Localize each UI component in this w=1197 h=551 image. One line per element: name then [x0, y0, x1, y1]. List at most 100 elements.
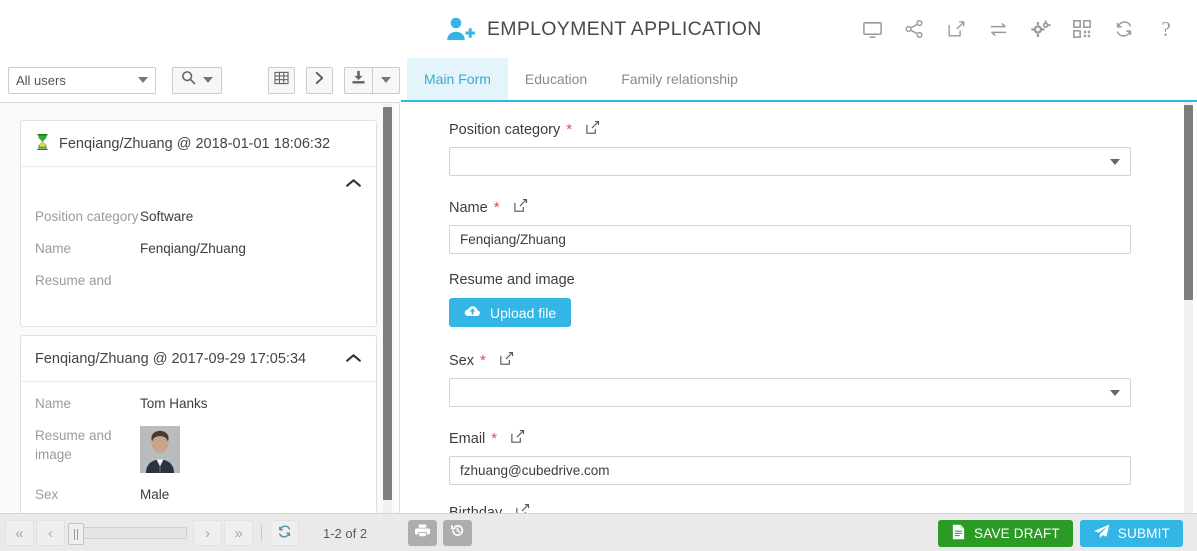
card-field-row: Name Tom Hanks — [35, 388, 362, 420]
card-body: Name Tom Hanks Resume and image Sex Male — [21, 382, 376, 513]
form-fields: Position category * Name * Fenqiang/Zhua… — [401, 102, 1197, 513]
page-slider[interactable] — [68, 523, 187, 545]
email-input-value: fzhuang@cubedrive.com — [460, 463, 610, 478]
field-label-text: Position category — [449, 121, 561, 138]
user-filter-select[interactable]: All users — [8, 66, 156, 94]
card-field-key: Name — [35, 241, 72, 256]
application-window: EMPLOYMENT APPLICATION ? All users Fenqi… — [0, 0, 1197, 551]
download-options-button[interactable] — [373, 66, 401, 94]
chevron-down-icon — [1110, 158, 1120, 165]
field-label-text: Name — [449, 199, 488, 216]
chevron-right-icon: › — [205, 524, 210, 542]
monitor-icon[interactable] — [861, 18, 883, 40]
prev-page-button[interactable]: ‹ — [36, 520, 65, 546]
pencil-edit-icon[interactable] — [510, 429, 525, 448]
upload-file-button[interactable]: Upload file — [449, 298, 572, 327]
first-page-button[interactable]: « — [5, 520, 34, 546]
tab-main-form[interactable]: Main Form — [407, 58, 508, 100]
settings-gears-icon[interactable] — [1029, 18, 1051, 40]
field-label: Resume and image — [449, 272, 1149, 288]
sex-select[interactable] — [449, 378, 1131, 407]
share-icon[interactable] — [903, 18, 925, 40]
form-tabs: Main Form Education Family relationship — [401, 58, 1197, 102]
card-title: Fenqiang/Zhuang @ 2018-01-01 18:06:32 — [59, 135, 331, 152]
sidebar-scrollbar-thumb[interactable] — [383, 107, 392, 500]
chevron-down-icon — [1110, 389, 1120, 396]
card-field-value: Fenqiang/Zhuang — [140, 241, 246, 256]
field-name: Name * Fenqiang/Zhuang — [449, 198, 1149, 254]
field-label: Position category * — [449, 120, 1149, 139]
hourglass-icon — [35, 133, 50, 154]
card-header[interactable]: Fenqiang/Zhuang @ 2017-09-29 17:05:34 — [21, 336, 376, 382]
printer-icon — [415, 523, 430, 543]
tab-education[interactable]: Education — [508, 58, 604, 100]
download-button-group — [344, 66, 401, 94]
pagination-controls: « ‹ › » 1-2 of 2 — [5, 514, 367, 551]
field-label-text: Resume and image — [449, 272, 575, 288]
avatar — [140, 426, 180, 473]
cloud-upload-icon — [464, 305, 481, 321]
tab-label: Main Form — [424, 71, 491, 87]
card-field-key: Name — [35, 396, 72, 411]
double-chevron-left-icon: « — [15, 524, 24, 542]
search-dropdown-caret-icon — [202, 77, 213, 83]
card-collapse-toggle[interactable] — [21, 167, 376, 201]
sidebar-scrollbar-track[interactable] — [383, 104, 392, 513]
qrcode-icon[interactable] — [1071, 18, 1093, 40]
main-content-panel: Main Form Education Family relationship … — [401, 58, 1197, 513]
form-scrollbar-track[interactable] — [1184, 102, 1193, 513]
next-page-button[interactable]: › — [193, 520, 222, 546]
form-actions: SAVE DRAFT SUBMIT — [938, 514, 1183, 551]
email-input[interactable]: fzhuang@cubedrive.com — [449, 456, 1131, 485]
position-category-select[interactable] — [449, 147, 1131, 176]
table-grid-icon — [274, 71, 289, 90]
card-field-key: Sex — [35, 487, 59, 502]
search-icon — [181, 70, 196, 90]
edit-icon[interactable] — [945, 18, 967, 40]
transfer-icon[interactable] — [987, 18, 1009, 40]
tab-label: Family relationship — [621, 71, 738, 87]
tab-label: Education — [524, 71, 588, 87]
print-button[interactable] — [408, 520, 437, 546]
card-header[interactable]: Fenqiang/Zhuang @ 2018-01-01 18:06:32 — [21, 121, 376, 167]
tab-family-relationship[interactable]: Family relationship — [604, 58, 755, 100]
upload-file-label: Upload file — [490, 304, 557, 321]
submit-label: SUBMIT — [1117, 525, 1170, 541]
form-scrollbar-thumb[interactable] — [1184, 105, 1193, 300]
required-asterisk: * — [566, 121, 573, 138]
next-record-button[interactable] — [305, 66, 334, 94]
chevron-up-icon — [345, 175, 362, 193]
field-label: Sex * — [449, 351, 1149, 370]
history-undo-icon — [450, 523, 465, 543]
pencil-edit-icon[interactable] — [515, 503, 530, 513]
chevron-down-icon — [137, 77, 148, 83]
submit-button[interactable]: SUBMIT — [1079, 519, 1183, 547]
card-body: Position category Software Name Fenqiang… — [21, 201, 376, 307]
page-slider-thumb[interactable] — [68, 523, 84, 545]
field-label: Name * — [449, 198, 1149, 217]
help-icon[interactable]: ? — [1155, 18, 1177, 40]
download-button[interactable] — [344, 66, 374, 94]
card-field-row: Resume and — [35, 265, 362, 297]
search-button[interactable] — [171, 66, 222, 94]
refresh-list-button[interactable] — [270, 520, 299, 546]
last-page-button[interactable]: » — [224, 520, 253, 546]
list-item[interactable]: Fenqiang/Zhuang @ 2017-09-29 17:05:34 Na… — [20, 335, 377, 513]
pencil-edit-icon[interactable] — [585, 120, 600, 139]
help-question-mark: ? — [1161, 16, 1171, 41]
user-add-icon — [445, 16, 475, 42]
history-button[interactable] — [443, 520, 472, 546]
pencil-edit-icon[interactable] — [499, 351, 514, 370]
double-chevron-right-icon: » — [234, 524, 243, 542]
pencil-edit-icon[interactable] — [513, 198, 528, 217]
field-label: Email * — [449, 429, 1149, 448]
refresh-icon[interactable] — [1113, 18, 1135, 40]
list-item[interactable]: Fenqiang/Zhuang @ 2018-01-01 18:06:32 Po… — [20, 120, 377, 327]
table-grid-button[interactable] — [267, 66, 295, 94]
card-field-row: Sex Male — [35, 479, 362, 511]
chevron-up-icon[interactable] — [345, 351, 362, 367]
save-draft-button[interactable]: SAVE DRAFT — [938, 519, 1073, 547]
save-draft-label: SAVE DRAFT — [974, 525, 1060, 541]
app-header: EMPLOYMENT APPLICATION ? — [0, 0, 1197, 58]
name-input[interactable]: Fenqiang/Zhuang — [449, 225, 1131, 254]
